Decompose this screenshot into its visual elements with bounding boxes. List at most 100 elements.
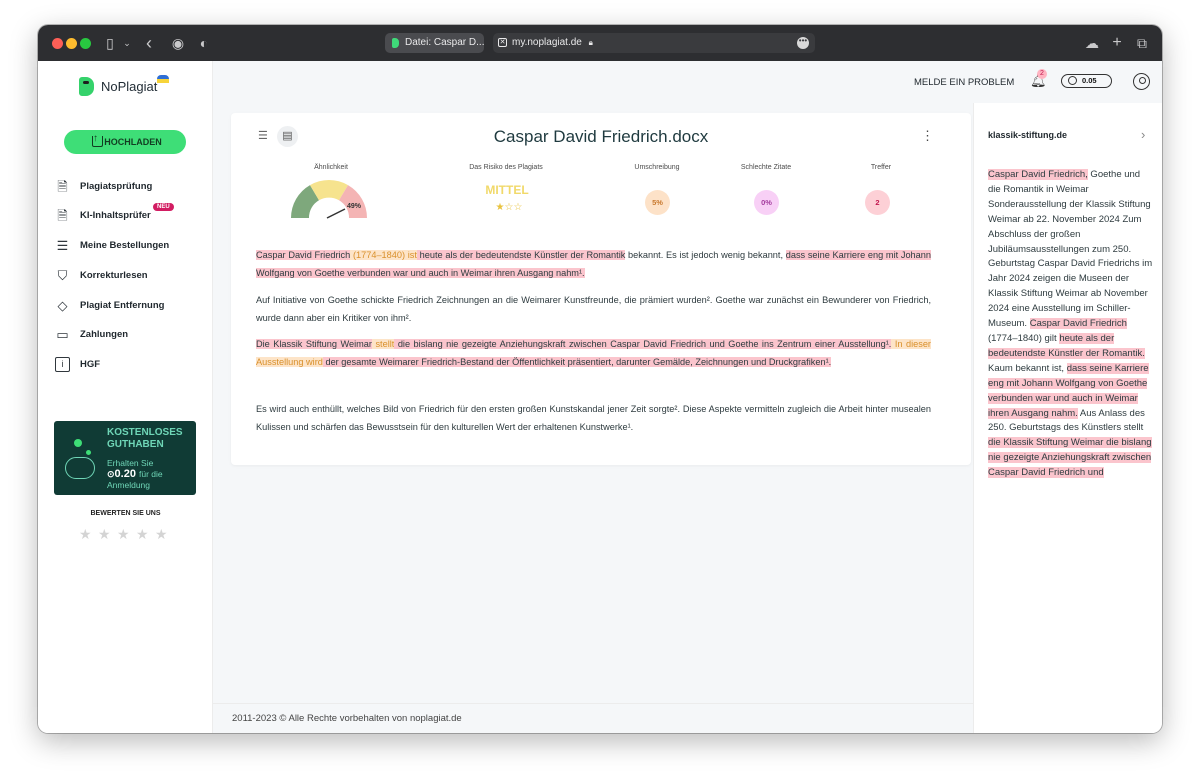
close-window-button[interactable] [52, 38, 63, 49]
match-highlight[interactable]: heute als der bedeutendste Künstler der … [416, 250, 626, 260]
chevron-down-icon[interactable]: ⌄ [122, 34, 132, 52]
credit-coin-icon: ⊙ [107, 469, 115, 479]
new-tab-icon[interactable]: + [1110, 34, 1124, 52]
risk-label: Das Risiko des Plagiats [469, 164, 543, 171]
sidebar-item-label: Plagiatsprüfung [80, 181, 153, 192]
credit-balance-button[interactable]: 0.05 [1061, 74, 1112, 88]
paragraph-1: Caspar David Friedrich (1774–1840) ist h… [256, 246, 931, 282]
coin-icon [1068, 76, 1077, 85]
star-icon[interactable]: ★ [155, 527, 169, 541]
address-bar[interactable]: ✕ my.noplagiat.de 🔒︎ ••• [493, 33, 815, 53]
payment-icon: ▭ [56, 327, 69, 342]
chevron-right-icon[interactable]: › [1141, 127, 1145, 142]
match-highlight[interactable]: Caspar David Friedrich, [988, 169, 1088, 180]
upload-button[interactable]: HOCHLADEN [64, 127, 186, 154]
match-highlight[interactable]: die bislang nie gezeigte Anziehungskraft… [394, 339, 892, 349]
sidebar-item-bestellungen[interactable]: ☰ Meine Bestellungen [55, 238, 205, 256]
rewrite-highlight[interactable]: (1774–1840) ist [350, 250, 417, 260]
rewrite-highlight[interactable]: stellt [371, 339, 395, 349]
cloud-icon[interactable]: ☁ [1083, 34, 1101, 52]
report-problem-link[interactable]: MELDE EIN PROBLEM [914, 77, 1014, 88]
source-panel: klassik-stiftung.de › Caspar David Fried… [973, 103, 1162, 733]
credit-unit: für die [139, 469, 163, 479]
paragraph-2: Auf Initiative von Goethe schickte Fried… [256, 295, 931, 323]
coin-icon [86, 450, 91, 455]
sidebar-item-plagiatspruefung[interactable]: 🗎 Plagiatsprüfung [55, 179, 205, 197]
minimize-window-button[interactable] [66, 38, 77, 49]
credit-balance: 0.05 [1082, 76, 1097, 85]
sidebar-item-zahlungen[interactable]: ▭ Zahlungen [55, 327, 205, 345]
rewrite-label: Umschreibung [634, 164, 680, 171]
match-highlight[interactable]: der gesamte Weimarer Friedrich-Bestand d… [322, 357, 832, 367]
plain-text: bekannt. Es ist jedoch wenig bekannt, [625, 250, 786, 260]
star-filled-icon: ★ [495, 202, 505, 213]
sidebar-item-ki-inhaltspruefer[interactable]: 🗎 KI-Inhaltsprüfer NEU [55, 203, 205, 226]
star-icon[interactable]: ★ [136, 527, 150, 541]
source-text: Caspar David Friedrich, Goethe und die R… [988, 168, 1154, 481]
star-icon[interactable]: ★ [117, 527, 131, 541]
star-icon[interactable]: ★ [79, 527, 93, 541]
credit-title: KOSTENLOSES GUTHABEN [107, 427, 183, 450]
sidebar-toggle-icon[interactable]: ▯ [102, 34, 118, 52]
paragraph-4: Es wird auch enthüllt, welches Bild von … [256, 404, 931, 432]
more-vertical-icon[interactable]: ⋮ [921, 126, 934, 146]
ukraine-flag-icon [157, 75, 169, 83]
similarity-value: 49% [347, 203, 362, 210]
plain-text: (1774–1840) gilt [988, 332, 1060, 344]
notification-badge: 2 [1037, 69, 1047, 79]
document-title: Caspar David Friedrich.docx [493, 127, 709, 146]
match-highlight[interactable]: Caspar David Friedrich [256, 250, 351, 260]
user-avatar-icon[interactable] [1133, 73, 1150, 90]
plain-text: Kaum bekannt ist, [988, 362, 1067, 374]
zoom-window-button[interactable] [80, 38, 91, 49]
match-highlight[interactable]: die Klassik Stiftung Weimar die bislang … [988, 437, 1152, 479]
shield-icon[interactable]: ◐ [196, 34, 212, 52]
cart-icon: ⛉ [57, 268, 68, 283]
risk-stars: ★☆☆ [489, 202, 529, 213]
more-options-icon[interactable]: ••• [797, 37, 809, 49]
source-domain[interactable]: klassik-stiftung.de [988, 130, 1067, 140]
footer: 2011-2023 © Alle Rechte vorbehalten von … [213, 703, 973, 733]
tab-active[interactable]: Datei: Caspar D... [385, 33, 484, 53]
sidebar-item-hgf[interactable]: i HGF [55, 357, 205, 375]
browser-titlebar: ▯ ⌄ ‹ ◉ ◐ Datei: Caspar D... ✕ my.noplag… [38, 25, 1162, 61]
document-ai-icon: 🗎 [57, 208, 68, 223]
paragraph-3: Die Klassik Stiftung Weimar stellt die b… [256, 335, 931, 371]
star-outline-icon: ☆ [513, 202, 523, 213]
tab-overview-icon[interactable]: ⧉ [1135, 34, 1149, 52]
bad-quotes-label: Schlechte Zitate [740, 164, 792, 171]
list-icon: ☰ [56, 238, 69, 253]
piggy-bank-icon [65, 457, 95, 479]
extension-icon[interactable]: ◉ [170, 34, 186, 52]
credit-amount-row: ⊙0.20 für die [107, 468, 163, 480]
sidebar-item-korrekturlesen[interactable]: ⛉ Korrekturlesen [55, 268, 205, 286]
sidebar-item-label: HGF [80, 359, 101, 370]
noplagiat-favicon-icon [392, 38, 399, 48]
bad-quotes-value: 0% [754, 190, 779, 215]
rating-stars[interactable]: ★ ★ ★ ★ ★ [79, 527, 179, 543]
upload-label: HOCHLADEN [104, 137, 162, 147]
logo-text: NoPlagiat [101, 79, 158, 94]
upload-icon [92, 127, 103, 151]
star-icon[interactable]: ★ [98, 527, 112, 541]
tab-title: Datei: Caspar D... [405, 37, 484, 48]
site-favicon-icon: ✕ [498, 38, 507, 47]
gauge-needle [326, 208, 346, 219]
free-credit-banner[interactable]: KOSTENLOSES GUTHABEN Erhalten Sie ⊙0.20 … [54, 421, 196, 495]
back-icon[interactable]: ‹ [143, 34, 155, 52]
similarity-gauge: 49% [291, 180, 367, 219]
top-header: MELDE EIN PROBLEM 🔔︎ 2 0.05 [213, 61, 1162, 103]
sidebar-item-plagiat-entfernung[interactable]: ◇ Plagiat Entfernung [55, 298, 205, 316]
sidebar-item-label: Meine Bestellungen [80, 240, 170, 251]
new-badge: NEU [153, 203, 174, 211]
match-highlight[interactable]: Caspar David Friedrich [1029, 318, 1127, 330]
hits-value: 2 [865, 190, 890, 215]
sidebar-item-label: Korrekturlesen [80, 270, 148, 281]
info-icon: i [55, 357, 70, 372]
sidebar-item-label: Plagiat Entfernung [80, 300, 165, 311]
credit-amount: 0.20 [114, 468, 136, 480]
lock-icon: 🔒︎ [588, 38, 593, 47]
match-highlight[interactable]: Die Klassik Stiftung Weimar [256, 339, 372, 349]
sidebar: NoPlagiat HOCHLADEN 🗎 Plagiatsprüfung 🗎 … [38, 61, 213, 733]
eraser-icon: ◇ [57, 298, 68, 313]
